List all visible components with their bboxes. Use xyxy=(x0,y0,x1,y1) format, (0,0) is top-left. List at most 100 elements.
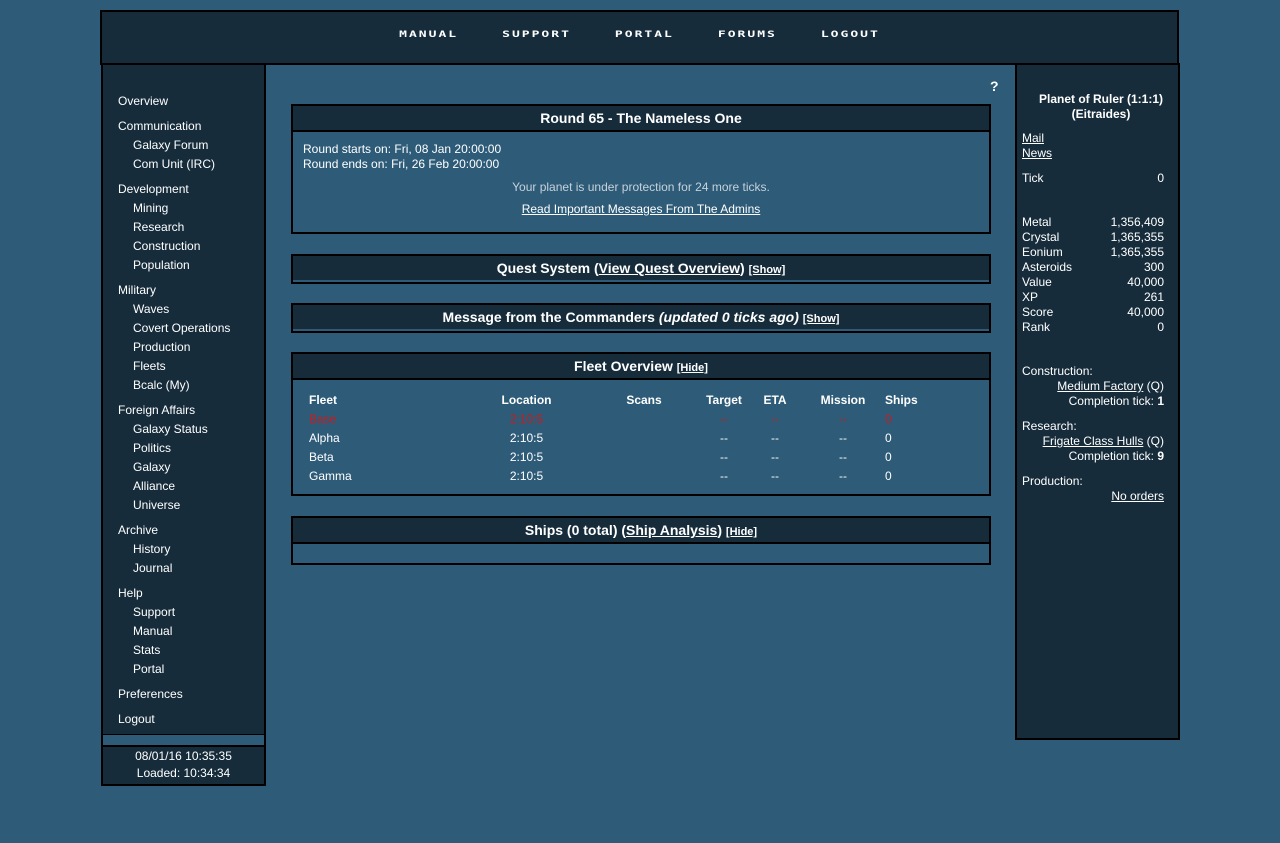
nav-support[interactable]: SUPPORT xyxy=(502,29,571,40)
tick-value: 0 xyxy=(1157,171,1164,185)
menu-list: Overview Communication Galaxy Forum Com Uni… xyxy=(118,92,230,735)
stat-label: Rank xyxy=(1022,320,1051,334)
production-label: Production: xyxy=(1022,474,1083,488)
research-label: Research: xyxy=(1022,419,1077,433)
menu-subitem-research[interactable]: Research xyxy=(118,218,230,237)
menu-item-development[interactable]: Development xyxy=(118,180,230,199)
help-icon[interactable]: ? xyxy=(990,78,999,94)
menu-subitem-covert-operations[interactable]: Covert Operations xyxy=(118,319,230,338)
menu-item-preferences[interactable]: Preferences xyxy=(118,685,230,704)
fleet-cell-location: 2:10:5 xyxy=(509,411,544,426)
fleet-row[interactable]: Gamma 2:10:5 -- -- -- 0 xyxy=(309,466,925,485)
menu-group: Foreign Affairs Galaxy Status Politics Gala… xyxy=(118,401,230,515)
fleet-cell-mission: -- xyxy=(839,468,847,483)
production-orders-link[interactable]: No orders xyxy=(1111,489,1164,503)
menu-subitem-stats[interactable]: Stats xyxy=(118,641,230,660)
ships-paren: ) xyxy=(717,522,723,538)
menu-item-archive[interactable]: Archive xyxy=(118,521,230,540)
fleet-cell-eta: -- xyxy=(771,411,779,426)
stat-value: 1,365,355 xyxy=(1110,230,1164,244)
menu-item-military[interactable]: Military xyxy=(118,281,230,300)
col-ships: Ships xyxy=(885,392,918,407)
nav-portal[interactable]: PORTAL xyxy=(615,29,674,40)
fleet-overview-title: Fleet Overview xyxy=(574,358,673,374)
mail-link[interactable]: Mail xyxy=(1022,131,1044,145)
menu-item-overview[interactable]: Overview xyxy=(118,92,230,111)
menu-subitem-fleets[interactable]: Fleets xyxy=(118,357,230,376)
ships-toggle[interactable]: [Hide] xyxy=(726,526,757,538)
commanders-updated: (updated 0 ticks ago) xyxy=(658,309,799,325)
menu-item-help[interactable]: Help xyxy=(118,584,230,603)
stat-label: Metal xyxy=(1022,215,1052,229)
menu-subitem-history[interactable]: History xyxy=(118,540,230,559)
stat-value: 1,365,355 xyxy=(1110,245,1164,259)
quest-toggle[interactable]: [Show] xyxy=(749,264,786,276)
fleet-cell-mission: -- xyxy=(839,449,847,464)
quest-box: Quest System (View Quest Overview) [Show… xyxy=(291,254,991,284)
top-nav-bar: MANUAL SUPPORT PORTAL FORUMS LOGOUT xyxy=(100,10,1179,65)
commanders-toggle[interactable]: [Show] xyxy=(803,313,840,325)
menu-subitem-com-unit-irc-[interactable]: Com Unit (IRC) xyxy=(118,155,230,174)
menu-group: Development Mining Research Construction Pop… xyxy=(118,180,230,275)
construction-item-link[interactable]: Medium Factory xyxy=(1057,379,1143,393)
nav-manual[interactable]: MANUAL xyxy=(399,29,458,40)
menu-subitem-production[interactable]: Production xyxy=(118,338,230,357)
fleet-overview-toggle[interactable]: [Hide] xyxy=(677,362,708,374)
menu-item-foreign-affairs[interactable]: Foreign Affairs xyxy=(118,401,230,420)
fleet-row[interactable]: Beta 2:10:5 -- -- -- 0 xyxy=(309,447,925,466)
menu-item-logout[interactable]: Logout xyxy=(118,710,230,729)
menu-divider xyxy=(101,735,266,745)
planet-name: Planet of Ruler (1:1:1) xyxy=(1038,92,1164,106)
quest-paren: ) xyxy=(740,260,745,276)
menu-subitem-galaxy-forum[interactable]: Galaxy Forum xyxy=(118,136,230,155)
resource-stats: Metal 1,356,409 Crystal 1,365,355 Eonium 1,36… xyxy=(1022,215,1164,335)
protection-notice: Your planet is under protection for 24 m… xyxy=(512,180,770,194)
menu-subitem-waves[interactable]: Waves xyxy=(118,300,230,319)
menu-group: Logout xyxy=(118,710,230,729)
fleet-row[interactable]: Alpha 2:10:5 -- -- -- 0 xyxy=(309,428,925,447)
menu-subitem-construction[interactable]: Construction xyxy=(118,237,230,256)
stat-label: Value xyxy=(1022,275,1052,289)
admin-messages-link[interactable]: Read Important Messages From The Admins xyxy=(522,202,761,216)
menu-subitem-population[interactable]: Population xyxy=(118,256,230,275)
stat-row: Crystal 1,365,355 xyxy=(1022,230,1164,245)
menu-subitem-portal[interactable]: Portal xyxy=(118,660,230,679)
loaded-time: Loaded: 10:34:34 xyxy=(136,766,231,780)
ships-box: Ships (0 total) (Ship Analysis) [Hide] xyxy=(291,516,991,565)
research-item-link[interactable]: Frigate Class Hulls xyxy=(1043,434,1144,448)
menu-group: Preferences xyxy=(118,685,230,704)
menu-subitem-politics[interactable]: Politics xyxy=(118,439,230,458)
menu-subitem-manual[interactable]: Manual xyxy=(118,622,230,641)
round-start: Round starts on: Fri, 08 Jan 20:00:00 xyxy=(303,142,502,156)
fleet-overview-box: Fleet Overview [Hide] Fleet Location Scans… xyxy=(291,352,991,496)
menu-subitem-galaxy[interactable]: Galaxy xyxy=(118,458,230,477)
menu-subitem-journal[interactable]: Journal xyxy=(118,559,230,578)
menu-subitem-mining[interactable]: Mining xyxy=(118,199,230,218)
menu-group: Communication Galaxy Forum Com Unit (IRC) xyxy=(118,117,230,174)
fleet-cell-target: -- xyxy=(720,411,728,426)
col-mission: Mission xyxy=(820,392,866,407)
quest-title: Quest System ( xyxy=(496,260,599,276)
menu-subitem-galaxy-status[interactable]: Galaxy Status xyxy=(118,420,230,439)
nav-logout[interactable]: LOGOUT xyxy=(821,29,880,40)
menu-subitem-alliance[interactable]: Alliance xyxy=(118,477,230,496)
stat-row: Score 40,000 xyxy=(1022,305,1164,320)
nav-forums[interactable]: FORUMS xyxy=(718,29,777,40)
fleet-row[interactable]: Base 2:10:5 -- -- -- 0 xyxy=(309,409,925,428)
fleet-cell-scans xyxy=(589,447,699,466)
stat-label: Crystal xyxy=(1022,230,1060,244)
quest-overview-link[interactable]: View Quest Overview xyxy=(599,260,740,276)
ship-analysis-link[interactable]: Ship Analysis xyxy=(626,522,717,538)
news-link[interactable]: News xyxy=(1022,146,1052,160)
construction-tick: 1 xyxy=(1157,394,1164,408)
fleet-cell-target: -- xyxy=(720,430,728,445)
stat-value: 40,000 xyxy=(1127,275,1164,289)
menu-subitem-universe[interactable]: Universe xyxy=(118,496,230,515)
menu-subitem-support[interactable]: Support xyxy=(118,603,230,622)
ships-title: Ships (0 total) ( xyxy=(524,522,627,538)
menu-subitem-bcalc-my-[interactable]: Bcalc (My) xyxy=(118,376,230,395)
menu-item-communication[interactable]: Communication xyxy=(118,117,230,136)
fleet-cell-scans xyxy=(589,466,699,485)
fleet-cell-eta: -- xyxy=(771,449,779,464)
col-fleet: Fleet xyxy=(309,392,338,407)
